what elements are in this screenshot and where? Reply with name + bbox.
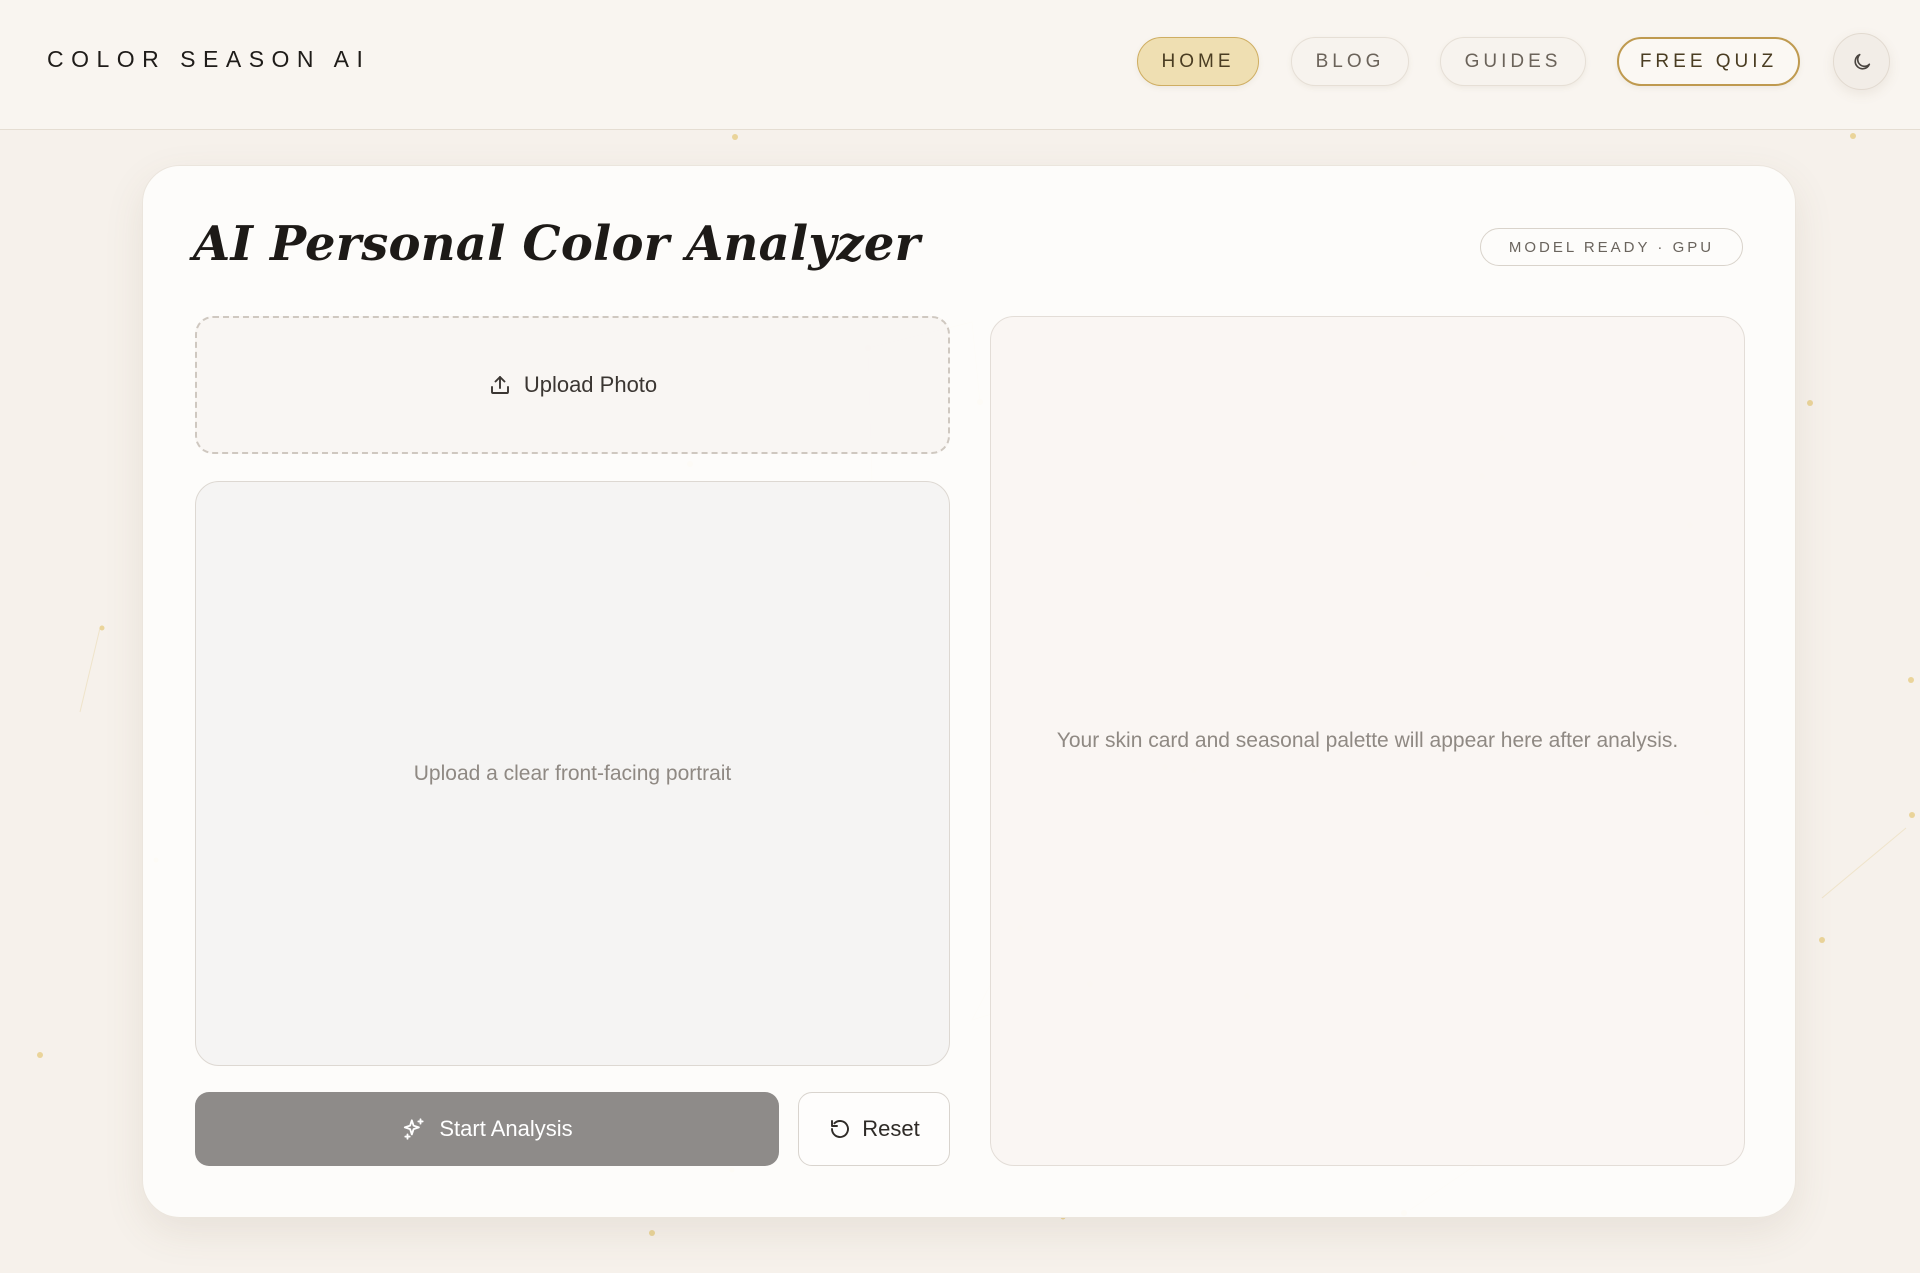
page-title: AI Personal Color Analyzer bbox=[193, 216, 921, 272]
portrait-preview: Upload a clear front-facing portrait bbox=[195, 481, 950, 1066]
theme-toggle-button[interactable] bbox=[1833, 33, 1890, 90]
upload-photo-label: Upload Photo bbox=[523, 372, 658, 397]
brand-logo[interactable]: COLOR SEASON AI bbox=[47, 46, 370, 73]
reset-label: Reset bbox=[862, 1116, 920, 1141]
moon-icon bbox=[1853, 53, 1870, 70]
start-analysis-label: Start Analysis bbox=[439, 1116, 573, 1141]
nav-guides[interactable]: GUIDES bbox=[1440, 37, 1586, 86]
result-placeholder: Your skin card and seasonal palette will… bbox=[1056, 729, 1679, 752]
upload-icon bbox=[490, 376, 509, 394]
nav-free-quiz[interactable]: FREE QUIZ bbox=[1617, 37, 1800, 86]
preview-hint: Upload a clear front-facing portrait bbox=[413, 761, 732, 785]
reset-icon bbox=[831, 1120, 850, 1138]
top-navigation-bar: COLOR SEASON AI HOME BLOG GUIDES FREE QU… bbox=[0, 0, 1920, 130]
sparkles-icon bbox=[404, 1118, 424, 1140]
results-panel: Your skin card and seasonal palette will… bbox=[990, 316, 1745, 1166]
nav-home[interactable]: HOME bbox=[1137, 37, 1259, 86]
nav-blog[interactable]: BLOG bbox=[1291, 37, 1409, 86]
status-badge: MODEL READY · GPU bbox=[1480, 228, 1743, 266]
upload-photo-dropzone[interactable]: Upload Photo bbox=[195, 316, 950, 454]
analyzer-card: AI Personal Color Analyzer MODEL READY ·… bbox=[142, 165, 1796, 1218]
start-analysis-button[interactable]: Start Analysis bbox=[195, 1092, 779, 1166]
reset-button[interactable]: Reset bbox=[798, 1092, 950, 1166]
